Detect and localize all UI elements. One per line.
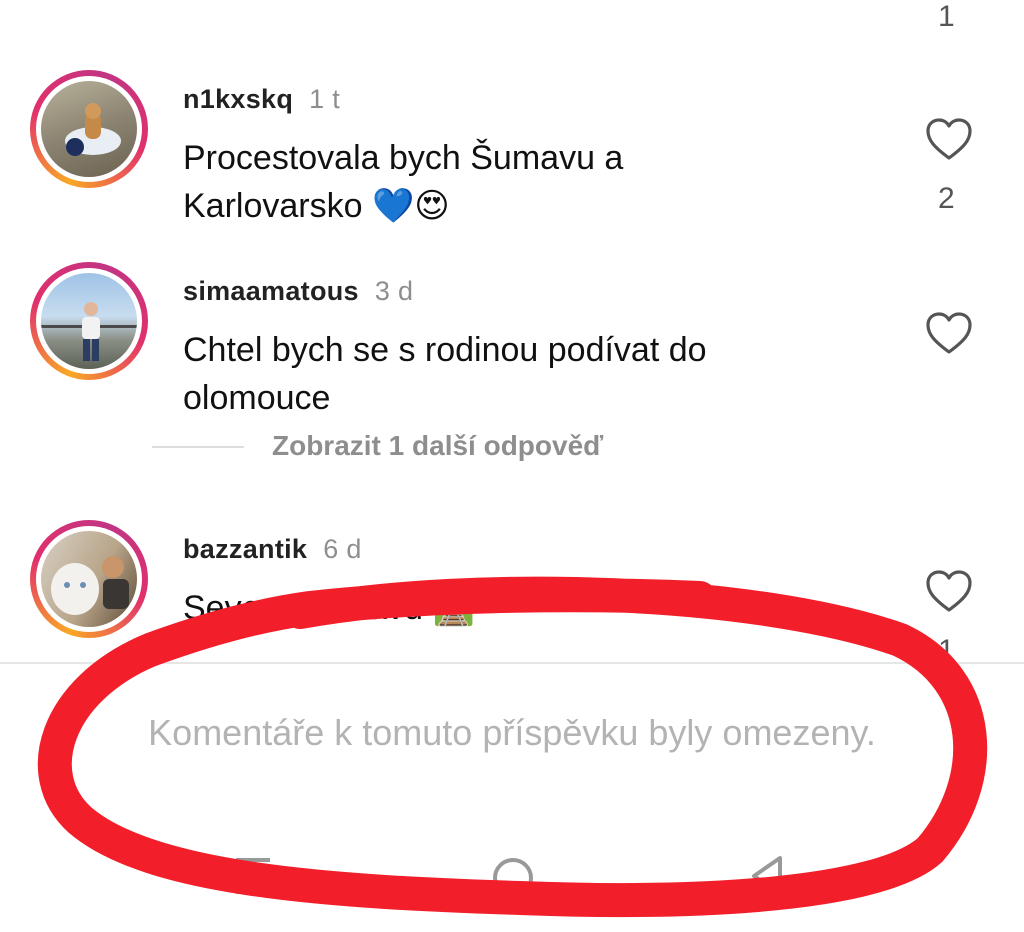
comment-username[interactable]: simaamatous 3 d	[183, 276, 413, 307]
comment-text-line: Chtel bych se s rodinou podívat do	[183, 331, 707, 369]
heart-icon[interactable]	[924, 568, 974, 614]
emoji: 💙😍	[371, 186, 450, 226]
home-icon[interactable]	[488, 850, 538, 900]
avatar[interactable]	[30, 520, 148, 638]
like-count-previous: 1	[938, 0, 955, 33]
recent-apps-icon[interactable]	[230, 850, 276, 900]
username-link[interactable]: bazzantik	[183, 534, 307, 564]
comment-text-line: Severní Moravu 🛤️	[183, 588, 475, 628]
back-icon[interactable]	[744, 850, 790, 900]
username-link[interactable]: simaamatous	[183, 276, 359, 306]
comment-text: Procestovala bych Šumavu a Karlovarsko 💙…	[183, 134, 883, 230]
avatar[interactable]	[30, 262, 148, 380]
comment-text: Severní Moravu 🛤️	[183, 584, 883, 632]
comment-time: 1 t	[309, 84, 341, 114]
comment-text-line: olomouce	[183, 379, 331, 417]
comment-text-line: Procestovala bych Šumavu a	[183, 139, 624, 177]
avatar[interactable]	[30, 70, 148, 188]
avatar-photo-person	[41, 302, 137, 361]
comment-text-line: Karlovarsko 💙😍	[183, 186, 450, 226]
emoji: 🛤️	[432, 588, 475, 628]
replies-divider	[152, 446, 244, 448]
comments-restricted-notice: Komentáře k tomuto příspěvku byly omezen…	[148, 712, 876, 753]
divider	[0, 662, 1024, 664]
comment-username[interactable]: n1kxskq 1 t	[183, 84, 340, 115]
like-count: 2	[938, 182, 955, 215]
comment-time: 3 d	[374, 276, 414, 306]
heart-icon[interactable]	[924, 310, 974, 356]
avatar-photo-plane	[65, 103, 121, 156]
username-link[interactable]: n1kxskq	[183, 84, 293, 114]
comment-text: Chtel bych se s rodinou podívat do olomo…	[183, 326, 883, 422]
heart-icon[interactable]	[924, 116, 974, 162]
comment-username[interactable]: bazzantik 6 d	[183, 534, 362, 565]
view-replies-link[interactable]: Zobrazit 1 další odpověď	[272, 430, 603, 462]
avatar-photo-cat	[51, 556, 129, 615]
comment-time: 6 d	[323, 534, 362, 564]
